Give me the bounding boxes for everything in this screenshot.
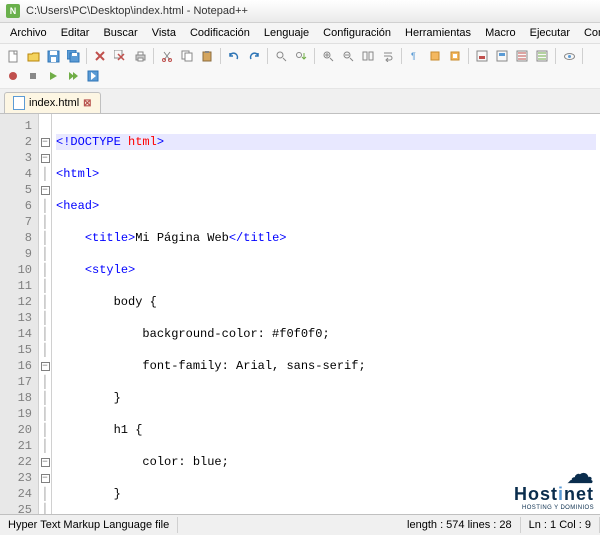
window-title: C:\Users\PC\Desktop\index.html - Notepad… bbox=[26, 5, 248, 17]
print-icon[interactable] bbox=[131, 47, 149, 65]
app-icon: N bbox=[6, 4, 20, 18]
redo-icon[interactable] bbox=[245, 47, 263, 65]
stop-icon[interactable] bbox=[24, 67, 42, 85]
status-filetype: Hyper Text Markup Language file bbox=[0, 517, 178, 533]
paste-icon[interactable] bbox=[198, 47, 216, 65]
sync-scroll-icon[interactable] bbox=[359, 47, 377, 65]
close-icon[interactable] bbox=[91, 47, 109, 65]
save-icon[interactable] bbox=[44, 47, 62, 65]
editor[interactable]: 1234567891011121314151617181920212223242… bbox=[0, 114, 600, 514]
open-file-icon[interactable] bbox=[24, 47, 42, 65]
menu-macro[interactable]: Macro bbox=[479, 25, 522, 41]
menu-configuracion[interactable]: Configuración bbox=[317, 25, 397, 41]
find-icon[interactable] bbox=[272, 47, 290, 65]
cut-icon[interactable] bbox=[158, 47, 176, 65]
tab-label: index.html bbox=[29, 97, 79, 109]
save-macro-icon[interactable] bbox=[84, 67, 102, 85]
monitor-icon[interactable] bbox=[533, 47, 551, 65]
status-length: length : 574 lines : 28 bbox=[399, 517, 521, 533]
svg-text:¶: ¶ bbox=[411, 51, 416, 61]
menu-vista[interactable]: Vista bbox=[146, 25, 182, 41]
menu-bar: Archivo Editar Buscar Vista Codificación… bbox=[0, 23, 600, 44]
copy-icon[interactable] bbox=[178, 47, 196, 65]
play-icon[interactable] bbox=[44, 67, 62, 85]
menu-codificacion[interactable]: Codificación bbox=[184, 25, 256, 41]
status-pos: Ln : 1 Col : 9 bbox=[521, 517, 600, 533]
menu-buscar[interactable]: Buscar bbox=[97, 25, 143, 41]
tab-index-html[interactable]: index.html ⊠ bbox=[4, 92, 101, 113]
status-bar: Hyper Text Markup Language file length :… bbox=[0, 514, 600, 535]
file-icon bbox=[13, 96, 25, 110]
zoom-in-icon[interactable] bbox=[319, 47, 337, 65]
menu-archivo[interactable]: Archivo bbox=[4, 25, 53, 41]
fold-gutter[interactable]: −−│−││││││││││−│││││−−││││└ bbox=[39, 114, 52, 514]
show-chars-icon[interactable]: ¶ bbox=[406, 47, 424, 65]
replace-icon[interactable] bbox=[292, 47, 310, 65]
new-file-icon[interactable] bbox=[4, 47, 22, 65]
title-bar: N C:\Users\PC\Desktop\index.html - Notep… bbox=[0, 0, 600, 23]
play-multi-icon[interactable] bbox=[64, 67, 82, 85]
menu-ejecutar[interactable]: Ejecutar bbox=[524, 25, 576, 41]
line-gutter: 1234567891011121314151617181920212223242… bbox=[0, 114, 39, 514]
toolbar: ¶ bbox=[0, 44, 600, 89]
undo-icon[interactable] bbox=[225, 47, 243, 65]
zoom-out-icon[interactable] bbox=[339, 47, 357, 65]
save-all-icon[interactable] bbox=[64, 47, 82, 65]
indent-guide2-icon[interactable] bbox=[446, 47, 464, 65]
menu-lenguaje[interactable]: Lenguaje bbox=[258, 25, 315, 41]
folder-icon[interactable] bbox=[513, 47, 531, 65]
indent-guide-icon[interactable] bbox=[426, 47, 444, 65]
code-area[interactable]: <!DOCTYPE html> <html> <head> <title>Mi … bbox=[52, 114, 600, 514]
eye-icon[interactable] bbox=[560, 47, 578, 65]
tab-close-icon[interactable]: ⊠ bbox=[83, 98, 91, 109]
doc-map-icon[interactable] bbox=[473, 47, 491, 65]
record-icon[interactable] bbox=[4, 67, 22, 85]
menu-editar[interactable]: Editar bbox=[55, 25, 96, 41]
close-all-icon[interactable] bbox=[111, 47, 129, 65]
menu-complementos[interactable]: Complementos bbox=[578, 25, 600, 41]
func-list-icon[interactable] bbox=[493, 47, 511, 65]
menu-herramientas[interactable]: Herramientas bbox=[399, 25, 477, 41]
wordwrap-icon[interactable] bbox=[379, 47, 397, 65]
tab-bar: index.html ⊠ bbox=[0, 89, 600, 114]
